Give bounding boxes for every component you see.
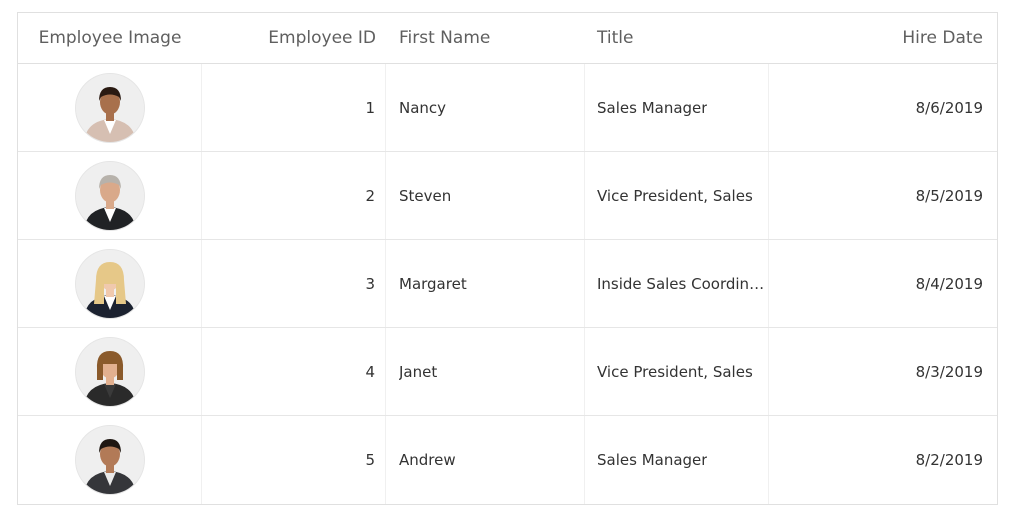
- hire-date: 8/2/2019: [915, 451, 983, 469]
- table-row[interactable]: 1 Nancy Sales Manager 8/6/2019: [18, 64, 997, 152]
- header-cell-title[interactable]: Title: [585, 13, 769, 63]
- first-name-cell[interactable]: Margaret: [386, 240, 585, 327]
- employee-avatar: [75, 249, 144, 318]
- employee-id-cell[interactable]: 5: [202, 416, 386, 504]
- first-name-cell[interactable]: Nancy: [386, 64, 585, 151]
- employee-id: 1: [365, 98, 375, 117]
- first-name: Janet: [399, 362, 438, 381]
- employee-id: 2: [365, 186, 375, 205]
- portrait-image: [75, 337, 144, 406]
- portrait-image: [75, 161, 144, 230]
- table-row[interactable]: 4 Janet Vice President, Sales 8/3/2019: [18, 328, 997, 416]
- title-cell[interactable]: Inside Sales Coordinator: [585, 240, 769, 327]
- employee-title: Sales Manager: [597, 451, 708, 469]
- employee-grid: Employee Image Employee ID First Name Ti…: [17, 12, 998, 505]
- portrait-image: [75, 426, 144, 494]
- first-name: Nancy: [399, 98, 447, 117]
- employee-id: 3: [365, 274, 375, 293]
- portrait-image: [75, 249, 144, 318]
- first-name: Margaret: [399, 274, 467, 293]
- title-cell[interactable]: Vice President, Sales: [585, 152, 769, 239]
- grid-header: Employee Image Employee ID First Name Ti…: [18, 13, 997, 64]
- employee-title: Inside Sales Coordinator: [597, 274, 765, 293]
- table-row[interactable]: 2 Steven Vice President, Sales 8/5/2019: [18, 152, 997, 240]
- employee-id-cell[interactable]: 3: [202, 240, 386, 327]
- employee-image-cell[interactable]: [18, 416, 202, 504]
- first-name-cell[interactable]: Janet: [386, 328, 585, 415]
- employee-title: Vice President, Sales: [597, 186, 753, 205]
- header-cell-employee-id[interactable]: Employee ID: [202, 13, 386, 63]
- employee-avatar: [75, 426, 144, 494]
- employee-id-cell[interactable]: 2: [202, 152, 386, 239]
- title-cell[interactable]: Vice President, Sales: [585, 328, 769, 415]
- employee-avatar: [75, 337, 144, 406]
- title-cell[interactable]: Sales Manager: [585, 416, 769, 504]
- employee-image-cell[interactable]: [18, 152, 202, 239]
- first-name-cell[interactable]: Andrew: [386, 416, 585, 504]
- hire-date-cell[interactable]: 8/6/2019: [769, 64, 997, 151]
- employee-image-cell[interactable]: [18, 328, 202, 415]
- hire-date-cell[interactable]: 8/3/2019: [769, 328, 997, 415]
- first-name-cell[interactable]: Steven: [386, 152, 585, 239]
- portrait-image: [75, 73, 144, 142]
- header-employee-image-label: Employee Image: [38, 28, 182, 48]
- hire-date: 8/4/2019: [915, 274, 983, 293]
- title-cell[interactable]: Sales Manager: [585, 64, 769, 151]
- employee-title: Sales Manager: [597, 98, 708, 117]
- employee-id-cell[interactable]: 4: [202, 328, 386, 415]
- first-name: Steven: [399, 186, 452, 205]
- header-cell-employee-image[interactable]: Employee Image: [18, 13, 202, 63]
- hire-date-cell[interactable]: 8/2/2019: [769, 416, 997, 504]
- table-row[interactable]: 3 Margaret Inside Sales Coordinator 8/4/…: [18, 240, 997, 328]
- header-cell-first-name[interactable]: First Name: [386, 13, 585, 63]
- hire-date: 8/5/2019: [915, 186, 983, 205]
- hire-date: 8/6/2019: [915, 98, 983, 117]
- employee-title: Vice President, Sales: [597, 362, 753, 381]
- header-cell-hire-date[interactable]: Hire Date: [769, 13, 997, 63]
- hire-date: 8/3/2019: [915, 362, 983, 381]
- employee-id: 4: [365, 362, 375, 381]
- first-name: Andrew: [399, 451, 456, 469]
- hire-date-cell[interactable]: 8/4/2019: [769, 240, 997, 327]
- hire-date-cell[interactable]: 8/5/2019: [769, 152, 997, 239]
- table-row[interactable]: 5 Andrew Sales Manager 8/2/2019: [18, 416, 997, 504]
- employee-image-cell[interactable]: [18, 240, 202, 327]
- employee-avatar: [75, 73, 144, 142]
- header-employee-id-label: Employee ID: [268, 28, 376, 48]
- grid-body: 1 Nancy Sales Manager 8/6/2019 2 Steven: [18, 64, 997, 504]
- employee-id: 5: [365, 451, 375, 469]
- employee-id-cell[interactable]: 1: [202, 64, 386, 151]
- employee-image-cell[interactable]: [18, 64, 202, 151]
- employee-avatar: [75, 161, 144, 230]
- header-title-label: Title: [597, 28, 634, 48]
- header-first-name-label: First Name: [399, 28, 491, 48]
- header-hire-date-label: Hire Date: [902, 28, 983, 48]
